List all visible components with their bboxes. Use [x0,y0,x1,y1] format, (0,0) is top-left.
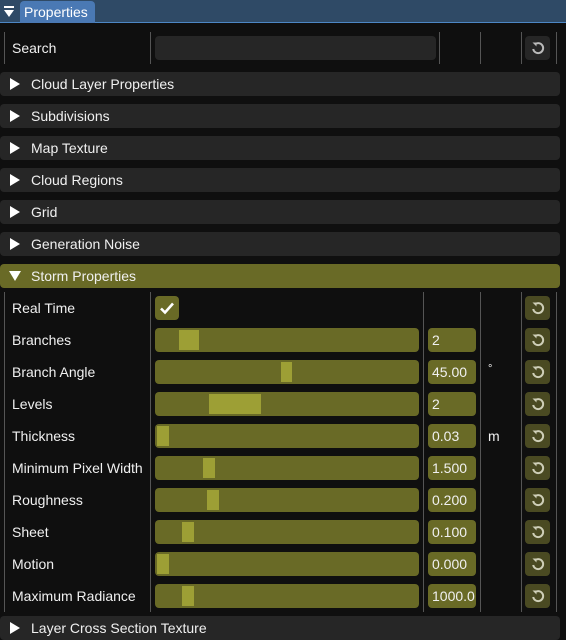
sheet-value-field[interactable]: 0.100 [428,520,476,544]
search-label: Search [12,40,57,56]
thickness-slider[interactable] [155,424,419,448]
motion-value-field[interactable]: 0.000 [428,552,476,576]
reset-icon [531,366,544,379]
minimum-pixel-width-slider[interactable] [155,456,419,480]
thickness-label: Thickness [12,428,76,444]
branches-label: Branches [12,332,72,348]
window-tab-properties[interactable]: Properties [20,1,95,23]
expand-arrow-icon [10,238,20,250]
section-grid[interactable]: Grid [0,200,560,224]
slider-grab-handle[interactable] [281,362,292,382]
branch-angle-slider[interactable] [155,360,419,384]
section-cloud-regions[interactable]: Cloud Regions [0,168,560,192]
real-time-reset-button[interactable] [525,296,550,320]
column-divider [556,292,557,612]
column-divider [439,32,440,64]
column-divider [4,32,5,64]
maximum-radiance-slider[interactable] [155,584,419,608]
branch-angle-value-field[interactable]: 45.00 [428,360,476,384]
maximum-radiance-label: Maximum Radiance [12,588,136,604]
column-divider [521,292,522,612]
expand-arrow-icon [10,110,20,122]
slider-grab-handle[interactable] [179,330,199,350]
expand-arrow-icon [10,142,20,154]
collapse-arrow-icon[interactable] [4,6,14,18]
column-divider [150,32,151,64]
minimum-pixel-width-value-field[interactable]: 1.500 [428,456,476,480]
column-divider [521,32,522,64]
reset-icon [531,558,544,571]
column-divider [556,32,557,64]
reset-icon [531,462,544,475]
section-generation-noise[interactable]: Generation Noise [0,232,560,256]
section-layer-cross-section-texture[interactable]: Layer Cross Section Texture [0,616,560,640]
minimum-pixel-width-reset-button[interactable] [525,456,550,480]
thickness-unit: m [488,428,500,444]
column-divider [423,292,424,612]
slider-grab-handle[interactable] [203,458,215,478]
sheet-label: Sheet [12,524,49,540]
levels-slider[interactable] [155,392,419,416]
reset-icon [531,302,544,315]
section-subdivisions[interactable]: Subdivisions [0,104,560,128]
reset-icon [531,334,544,347]
slider-grab-handle[interactable] [207,490,219,510]
branch-angle-label: Branch Angle [12,364,96,380]
search-reset-button[interactable] [525,36,550,60]
expand-arrow-icon [10,78,20,90]
real-time-label: Real Time [12,300,76,316]
levels-reset-button[interactable] [525,392,550,416]
roughness-reset-button[interactable] [525,488,550,512]
roughness-slider[interactable] [155,488,419,512]
column-divider [150,292,151,612]
motion-label: Motion [12,556,55,572]
expand-arrow-icon [10,174,20,186]
sheet-reset-button[interactable] [525,520,550,544]
reset-icon [531,430,544,443]
thickness-reset-button[interactable] [525,424,550,448]
sheet-slider[interactable] [155,520,419,544]
branches-reset-button[interactable] [525,328,550,352]
column-divider [480,32,481,64]
thickness-value-field[interactable]: 0.03 [428,424,476,448]
reset-icon [531,398,544,411]
section-storm-properties[interactable]: Storm Properties [0,264,560,288]
minimum-pixel-width-label: Minimum Pixel Width [12,460,143,476]
branches-value-field[interactable]: 2 [428,328,476,352]
section-map-texture[interactable]: Map Texture [0,136,560,160]
branches-slider[interactable] [155,328,419,352]
levels-label: Levels [12,396,53,412]
slider-grab-handle[interactable] [157,426,169,446]
slider-grab-handle[interactable] [157,554,169,574]
branch-angle-unit: ° [488,363,493,375]
maximum-radiance-value-field[interactable]: 1000.0 [428,584,476,608]
reset-icon [531,526,544,539]
reset-icon [531,494,544,507]
section-cloud-layer-properties[interactable]: Cloud Layer Properties [0,72,560,96]
maximum-radiance-reset-button[interactable] [525,584,550,608]
slider-grab-handle[interactable] [209,394,261,414]
slider-grab-handle[interactable] [182,586,194,606]
expand-arrow-icon [10,206,20,218]
motion-slider[interactable] [155,552,419,576]
checkmark-icon [160,302,174,315]
expand-arrow-icon [10,622,20,634]
roughness-label: Roughness [12,492,83,508]
column-divider [480,292,481,612]
real-time-checkbox[interactable] [155,296,179,320]
levels-value-field[interactable]: 2 [428,392,476,416]
reset-icon [531,42,544,55]
column-divider [4,292,5,612]
branch-angle-reset-button[interactable] [525,360,550,384]
motion-reset-button[interactable] [525,552,550,576]
window-title-bar: Properties [0,0,566,23]
slider-grab-handle[interactable] [182,522,194,542]
roughness-value-field[interactable]: 0.200 [428,488,476,512]
collapse-arrow-icon [9,271,21,281]
search-input[interactable] [155,36,436,60]
reset-icon [531,590,544,603]
